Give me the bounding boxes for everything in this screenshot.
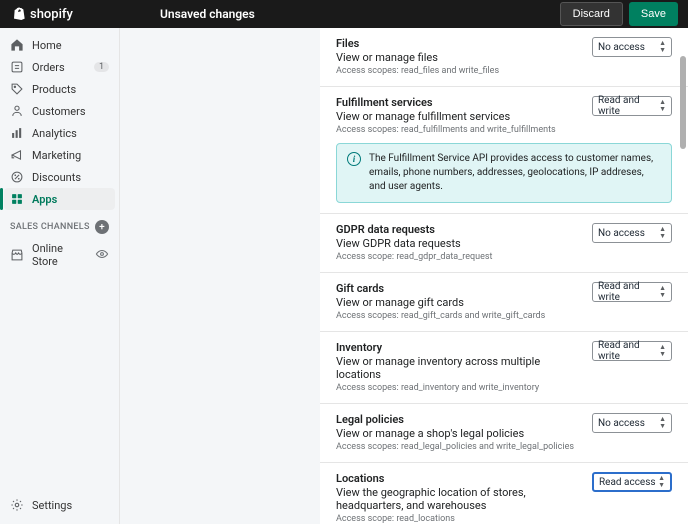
- permission-row: Inventory View or manage inventory acros…: [320, 332, 688, 404]
- permission-scope: Access scopes: read_inventory and write_…: [336, 383, 582, 393]
- discounts-icon: [10, 170, 24, 184]
- permission-row: GDPR data requests View GDPR data reques…: [320, 214, 688, 273]
- add-channel-icon[interactable]: +: [95, 220, 109, 234]
- chevron-updown-icon: ▲▼: [659, 285, 666, 299]
- permission-scope: Access scope: read_locations: [336, 514, 582, 524]
- sales-channels-header: SALES CHANNELS +: [0, 210, 119, 238]
- permission-desc: View or manage files: [336, 51, 582, 64]
- chevron-updown-icon: ▲▼: [659, 416, 666, 430]
- sidebar-item-orders[interactable]: Orders 1: [0, 56, 119, 78]
- access-select[interactable]: Read and write ▲▼: [592, 282, 672, 302]
- orders-icon: [10, 60, 24, 74]
- sidebar-item-label: Discounts: [32, 171, 81, 184]
- unsaved-changes-label: Unsaved changes: [160, 7, 560, 21]
- sidebar-item-label: Home: [32, 39, 62, 52]
- sidebar-item-products[interactable]: Products: [0, 78, 119, 100]
- gear-icon: [10, 498, 24, 512]
- access-select[interactable]: Read and write ▲▼: [592, 341, 672, 361]
- info-banner: i The Fulfillment Service API provides ac…: [336, 143, 672, 203]
- sidebar: Home Orders 1 Products Customers Analyti…: [0, 28, 120, 524]
- permission-title: Fulfillment services: [336, 96, 582, 109]
- access-select[interactable]: Read and write ▲▼: [592, 96, 672, 116]
- permission-title: Locations: [336, 472, 582, 485]
- home-icon: [10, 38, 24, 52]
- chevron-updown-icon: ▲▼: [659, 344, 666, 358]
- permission-title: Inventory: [336, 341, 582, 354]
- scrollbar-thumb[interactable]: [680, 56, 686, 149]
- sidebar-item-label: Apps: [32, 193, 57, 206]
- sidebar-item-home[interactable]: Home: [0, 34, 119, 56]
- sidebar-item-label: Marketing: [32, 149, 81, 162]
- info-icon: i: [347, 152, 361, 166]
- sidebar-item-label: Analytics: [32, 127, 77, 140]
- sidebar-item-label: Online Store: [32, 242, 87, 268]
- topbar-actions: Discard Save: [560, 2, 678, 26]
- access-select-value: Read access: [599, 477, 656, 488]
- permission-title: Files: [336, 37, 582, 50]
- sidebar-item-analytics[interactable]: Analytics: [0, 122, 119, 144]
- access-select[interactable]: No access ▲▼: [592, 223, 672, 243]
- access-select[interactable]: No access ▲▼: [592, 413, 672, 433]
- sidebar-item-discounts[interactable]: Discounts: [0, 166, 119, 188]
- permission-row: Fulfillment services View or manage fulf…: [320, 87, 688, 214]
- view-store-icon[interactable]: [95, 247, 109, 264]
- permission-row: Gift cards View or manage gift cards Acc…: [320, 273, 688, 332]
- products-icon: [10, 82, 24, 96]
- access-select[interactable]: No access ▲▼: [592, 37, 672, 57]
- sidebar-item-online-store[interactable]: Online Store: [0, 238, 119, 272]
- access-select-value: No access: [598, 228, 645, 239]
- chevron-updown-icon: ▲▼: [659, 226, 666, 240]
- access-select-value: Read and write: [598, 281, 659, 303]
- permission-scope: Access scope: read_gdpr_data_request: [336, 252, 582, 262]
- access-select[interactable]: Read access ▲▼: [592, 472, 672, 492]
- marketing-icon: [10, 148, 24, 162]
- permission-scope: Access scopes: read_fulfillments and wri…: [336, 125, 582, 135]
- permission-scope: Access scopes: read_files and write_file…: [336, 66, 582, 76]
- permission-scope: Access scopes: read_legal_policies and w…: [336, 442, 582, 452]
- customers-icon: [10, 104, 24, 118]
- permission-row: Files View or manage files Access scopes…: [320, 28, 688, 87]
- permission-desc: View or manage gift cards: [336, 296, 582, 309]
- logo-text: shopify: [30, 7, 73, 22]
- permission-desc: View GDPR data requests: [336, 237, 582, 250]
- info-text: The Fulfillment Service API provides acc…: [369, 152, 661, 194]
- permission-title: Gift cards: [336, 282, 582, 295]
- analytics-icon: [10, 126, 24, 140]
- online-store-icon: [10, 248, 24, 262]
- sidebar-item-label: Products: [32, 83, 76, 96]
- permission-desc: View or manage inventory across multiple…: [336, 355, 582, 381]
- discard-button[interactable]: Discard: [560, 2, 623, 26]
- permission-title: GDPR data requests: [336, 223, 582, 236]
- sidebar-item-label: Settings: [32, 499, 72, 512]
- permissions-panel: Files View or manage files Access scopes…: [320, 28, 688, 524]
- chevron-updown-icon: ▲▼: [659, 99, 666, 113]
- shopify-icon: [10, 6, 26, 22]
- apps-icon: [10, 192, 24, 206]
- main-content: Files View or manage files Access scopes…: [120, 28, 688, 524]
- permission-desc: View or manage fulfillment services: [336, 110, 582, 123]
- sidebar-item-apps[interactable]: Apps: [4, 188, 115, 210]
- sidebar-item-label: Orders: [32, 61, 65, 74]
- access-select-value: Read and write: [598, 95, 659, 117]
- sidebar-item-customers[interactable]: Customers: [0, 100, 119, 122]
- sidebar-item-settings[interactable]: Settings: [0, 494, 119, 524]
- access-select-value: Read and write: [598, 340, 659, 362]
- permission-row: Locations View the geographic location o…: [320, 463, 688, 524]
- orders-badge: 1: [94, 62, 109, 72]
- permission-title: Legal policies: [336, 413, 582, 426]
- topbar: shopify Unsaved changes Discard Save: [0, 0, 688, 28]
- sidebar-item-label: Customers: [32, 105, 86, 118]
- save-button[interactable]: Save: [629, 2, 678, 26]
- permission-desc: View the geographic location of stores, …: [336, 486, 582, 512]
- chevron-updown-icon: ▲▼: [658, 475, 665, 489]
- permission-scope: Access scopes: read_gift_cards and write…: [336, 311, 582, 321]
- permission-desc: View or manage a shop's legal policies: [336, 427, 582, 440]
- sidebar-item-marketing[interactable]: Marketing: [0, 144, 119, 166]
- access-select-value: No access: [598, 418, 645, 429]
- access-select-value: No access: [598, 42, 645, 53]
- chevron-updown-icon: ▲▼: [659, 40, 666, 54]
- permission-row: Legal policies View or manage a shop's l…: [320, 404, 688, 463]
- logo[interactable]: shopify: [10, 6, 160, 22]
